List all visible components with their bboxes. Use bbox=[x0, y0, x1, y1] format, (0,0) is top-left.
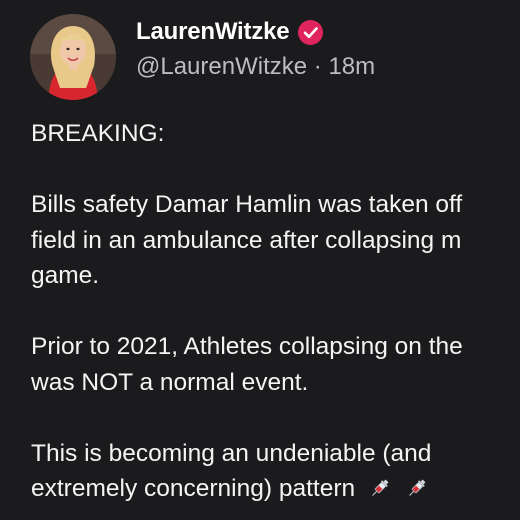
avatar-image bbox=[30, 14, 116, 100]
paragraph-breaking: BREAKING: bbox=[31, 116, 520, 152]
text-line: Prior to 2021, Athletes collapsing on th… bbox=[31, 333, 463, 360]
text-line: was NOT a normal event. bbox=[31, 368, 309, 396]
verified-badge-icon bbox=[298, 20, 323, 45]
text-line: extremely concerning) pattern bbox=[31, 475, 356, 502]
paragraph-hamlin: Bills safety Damar Hamlin was taken off … bbox=[31, 187, 520, 294]
text-line: This is becoming an undeniable (and bbox=[31, 439, 432, 467]
paragraph-pattern: This is becoming an undeniable (and extr… bbox=[31, 436, 520, 507]
post-body: BREAKING: Bills safety Damar Hamlin was … bbox=[31, 116, 520, 520]
text-line-with-emoji: extremely concerning) pattern bbox=[31, 471, 520, 507]
syringe-icon bbox=[372, 479, 389, 496]
text-line: BREAKING: bbox=[31, 120, 165, 147]
text-line: field in an ambulance after collapsing m bbox=[31, 226, 462, 254]
avatar[interactable] bbox=[30, 14, 116, 100]
paragraph-prior: Prior to 2021, Athletes collapsing on th… bbox=[31, 329, 520, 400]
text-line: game. bbox=[31, 262, 100, 289]
separator: · bbox=[313, 53, 322, 80]
handle-and-time: @LaurenWitzke · 18m bbox=[136, 53, 375, 81]
post-screenshot: LaurenWitzke @LaurenWitzke · 18m BREAKIN… bbox=[0, 0, 520, 520]
display-name[interactable]: LaurenWitzke bbox=[136, 18, 290, 46]
timestamp[interactable]: 18m bbox=[328, 53, 375, 80]
syringe-icon bbox=[408, 479, 426, 496]
text-line: Bills safety Damar Hamlin was taken off bbox=[31, 191, 463, 218]
handle[interactable]: @LaurenWitzke bbox=[136, 53, 307, 80]
